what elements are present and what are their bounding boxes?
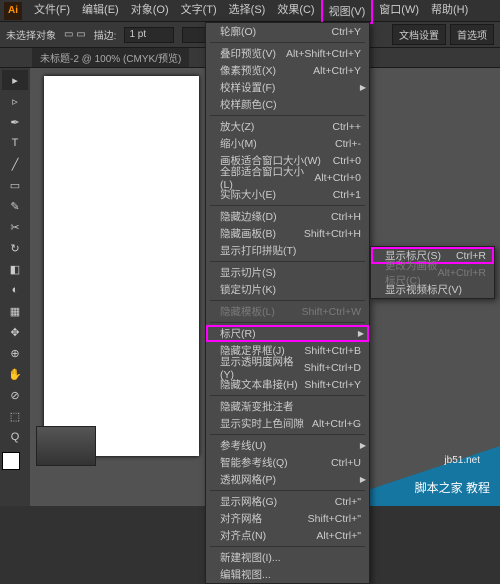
tool-8[interactable]: ↻	[2, 238, 28, 258]
tool-6[interactable]: ✎	[2, 196, 28, 216]
tool-9[interactable]: ◧	[2, 259, 28, 279]
view-menu-item-2[interactable]: 叠印预览(V)Alt+Shift+Ctrl+Y	[206, 45, 369, 62]
ruler-submenu: 显示标尺(S)Ctrl+R更改为画板标尺(C)Alt+Ctrl+R显示视频标尺(…	[370, 246, 495, 299]
view-menu: 轮廓(O)Ctrl+Y 叠印预览(V)Alt+Shift+Ctrl+Y像素预览(X…	[205, 22, 370, 584]
menu-h[interactable]: 帮助(H)	[425, 0, 474, 24]
tool-15[interactable]: ⊘	[2, 385, 28, 405]
view-menu-item-11[interactable]: 实际大小(E)Ctrl+1	[206, 186, 369, 203]
fill-swatch[interactable]	[2, 452, 20, 470]
doc-setup-button[interactable]: 文档设置	[392, 24, 446, 45]
tool-14[interactable]: ✋	[2, 364, 28, 384]
menu-s[interactable]: 选择(S)	[223, 0, 272, 24]
ruler-menu-item-2[interactable]: 显示视频标尺(V)	[371, 281, 494, 298]
document-tab[interactable]: 未标题-2 @ 100% (CMYK/预览)	[32, 48, 189, 67]
tool-7[interactable]: ✂	[2, 217, 28, 237]
view-menu-item-0[interactable]: 轮廓(O)Ctrl+Y	[206, 23, 369, 40]
no-selection-label: 未选择对象	[6, 27, 56, 42]
view-menu-item-18[interactable]: 锁定切片(K)	[206, 281, 369, 298]
view-menu-item-4[interactable]: 校样设置(F)▶	[206, 79, 369, 96]
view-menu-item-39[interactable]: 编辑视图...	[206, 566, 369, 583]
view-menu-item-3[interactable]: 像素预览(X)Alt+Ctrl+Y	[206, 62, 369, 79]
tool-2[interactable]: ✒	[2, 112, 28, 132]
view-menu-item-5[interactable]: 校样颜色(C)	[206, 96, 369, 113]
menu-w[interactable]: 窗口(W)	[373, 0, 425, 24]
menu-e[interactable]: 编辑(E)	[76, 0, 125, 24]
tool-13[interactable]: ⊕	[2, 343, 28, 363]
tool-3[interactable]: T	[2, 133, 28, 153]
tool-12[interactable]: ✥	[2, 322, 28, 342]
tool-0[interactable]: ▸	[2, 70, 28, 90]
view-menu-item-8[interactable]: 缩小(M)Ctrl+-	[206, 135, 369, 152]
tool-10[interactable]: ◐	[2, 280, 28, 300]
view-menu-item-30[interactable]: 参考线(U)▶	[206, 437, 369, 454]
tool-16[interactable]: ⬚	[2, 406, 28, 426]
view-menu-item-32[interactable]: 透视网格(P)▶	[206, 471, 369, 488]
view-menu-item-31[interactable]: 智能参考线(Q)Ctrl+U	[206, 454, 369, 471]
view-menu-item-7[interactable]: 放大(Z)Ctrl++	[206, 118, 369, 135]
view-menu-item-27[interactable]: 隐藏渐变批注者	[206, 398, 369, 415]
view-menu-item-14[interactable]: 隐藏画板(B)Shift+Ctrl+H	[206, 225, 369, 242]
tool-5[interactable]: ▭	[2, 175, 28, 195]
tool-4[interactable]: ╱	[2, 154, 28, 174]
view-menu-item-13[interactable]: 隐藏边缘(D)Ctrl+H	[206, 208, 369, 225]
menubar: Ai 文件(F)编辑(E)对象(O)文字(T)选择(S)效果(C)视图(V)窗口…	[0, 0, 500, 22]
tool-17[interactable]: Q	[2, 427, 28, 447]
view-menu-item-10[interactable]: 全部适合窗口大小(L)Alt+Ctrl+0	[206, 169, 369, 186]
view-menu-item-22[interactable]: 标尺(R)▶	[206, 325, 369, 342]
view-menu-item-24[interactable]: 显示透明度网格(Y)Shift+Ctrl+D	[206, 359, 369, 376]
tool-11[interactable]: ▦	[2, 301, 28, 321]
view-menu-item-17[interactable]: 显示切片(S)	[206, 264, 369, 281]
menu-o[interactable]: 对象(O)	[125, 0, 175, 24]
view-menu-item-34[interactable]: 显示网格(G)Ctrl+"	[206, 493, 369, 510]
preview-thumbnail	[36, 426, 96, 466]
stroke-label: 描边:	[94, 27, 117, 42]
view-menu-item-20: 隐藏模板(L)Shift+Ctrl+W	[206, 303, 369, 320]
menu-c[interactable]: 效果(C)	[271, 0, 320, 24]
view-menu-item-36[interactable]: 对齐点(N)Alt+Ctrl+"	[206, 527, 369, 544]
view-menu-item-35[interactable]: 对齐网格Shift+Ctrl+"	[206, 510, 369, 527]
view-menu-item-38[interactable]: 新建视图(I)...	[206, 549, 369, 566]
menu-t[interactable]: 文字(T)	[175, 0, 223, 24]
ruler-menu-item-1: 更改为画板标尺(C)Alt+Ctrl+R	[371, 264, 494, 281]
artboard[interactable]	[44, 76, 199, 456]
preferences-button[interactable]: 首选项	[450, 24, 494, 45]
view-menu-item-15[interactable]: 显示打印拼贴(T)	[206, 242, 369, 259]
app-logo-icon: Ai	[4, 2, 22, 20]
view-menu-item-28[interactable]: 显示实时上色间隙Alt+Ctrl+G	[206, 415, 369, 432]
menu-f[interactable]: 文件(F)	[28, 0, 76, 24]
tools-panel: ▸▹✒T╱▭✎✂↻◧◐▦✥⊕✋⊘⬚Q	[0, 68, 30, 506]
stroke-weight-input[interactable]: 1 pt	[124, 27, 174, 43]
tool-1[interactable]: ▹	[2, 91, 28, 111]
menu-v[interactable]: 视图(V)	[321, 0, 374, 24]
view-menu-item-25[interactable]: 隐藏文本串接(H)Shift+Ctrl+Y	[206, 376, 369, 393]
